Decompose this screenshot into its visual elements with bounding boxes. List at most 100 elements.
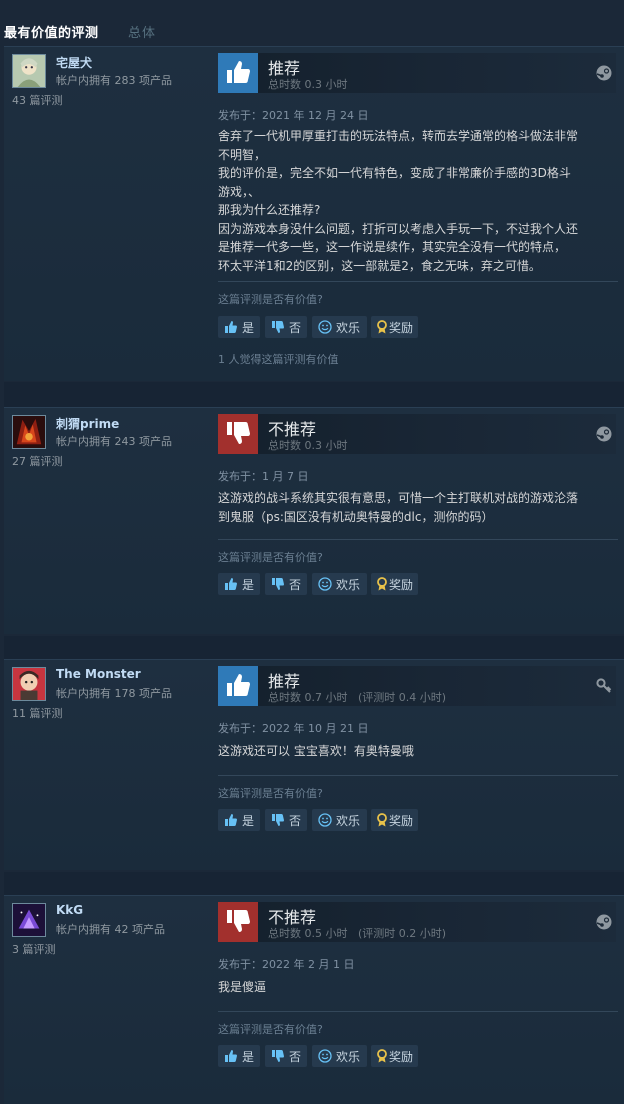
thumbs-up-badge: [218, 53, 258, 93]
award-button[interactable]: 奖励: [371, 809, 418, 831]
button-label: 欢乐: [336, 578, 361, 592]
review-text-line: 这游戏还可以 宝宝喜欢！有奥特曼哦: [218, 744, 414, 758]
thumbs-down-icon: [272, 578, 284, 590]
thumbs-down-icon: [272, 1050, 284, 1062]
thumbs-down-icon: [227, 910, 250, 932]
vote-yes-button[interactable]: 是: [218, 573, 260, 595]
vote-header[interactable]: 推荐 总时数 0.7 小时 (评测时 0.4 小时): [218, 666, 616, 706]
username-link[interactable]: KkG: [56, 903, 83, 917]
thumbs-up-icon: [225, 814, 237, 826]
user-avatar[interactable]: [12, 415, 46, 449]
vote-header[interactable]: 不推荐 总时数 0.3 小时: [218, 414, 616, 454]
button-label: 是: [242, 1050, 255, 1064]
vote-yes-button[interactable]: 是: [218, 1045, 260, 1067]
thumbs-down-icon: [227, 422, 250, 444]
section-subtitle[interactable]: 总体: [128, 22, 156, 41]
smiley-icon: [318, 577, 332, 591]
smiley-icon: [318, 320, 332, 334]
steam-icon: [596, 426, 612, 442]
button-label: 奖励: [389, 1050, 414, 1064]
review-count-link[interactable]: 3 篇评测: [12, 941, 56, 957]
award-icon: [377, 813, 387, 827]
helpful-question: 这篇评测是否有价值?: [218, 293, 323, 306]
vote-yes-button[interactable]: 是: [218, 809, 260, 831]
vote-no-button[interactable]: 否: [265, 1045, 307, 1067]
vote-funny-button[interactable]: 欢乐: [312, 573, 367, 595]
review-content: 这游戏还可以 宝宝喜欢！有奥特曼哦: [218, 742, 614, 761]
vote-yes-button[interactable]: 是: [218, 316, 260, 338]
thumbs-down-badge: [218, 902, 258, 942]
review-separator: [4, 895, 624, 896]
posted-date: 发布于：2021 年 12 月 24 日: [218, 109, 369, 122]
vote-header[interactable]: 不推荐 总时数 0.5 小时 (评测时 0.2 小时): [218, 902, 616, 942]
reviews-page: 最有价值的评测 总体 宅屋犬 帐户内拥有 283 项产品 43 篇评测 推荐 总时数 0…: [0, 0, 624, 1104]
review-text-line: 这游戏的战斗系统其实很有意思，可惜一个主打联机对战的游戏沦落: [218, 491, 579, 505]
steam-icon: [596, 914, 612, 930]
vote-no-button[interactable]: 否: [265, 316, 307, 338]
award-icon: [377, 320, 387, 334]
button-label: 欢乐: [336, 321, 361, 335]
thumbs-up-icon: [225, 321, 237, 333]
review-count-link[interactable]: 43 篇评测: [12, 92, 63, 108]
vote-no-button[interactable]: 否: [265, 573, 307, 595]
thumbs-up-icon: [225, 578, 237, 590]
vote-funny-button[interactable]: 欢乐: [312, 809, 367, 831]
button-label: 欢乐: [336, 1050, 361, 1064]
review-text-line: 游戏，、: [218, 184, 261, 199]
helpful-question: 这篇评测是否有价值?: [218, 787, 323, 800]
key-icon: [596, 678, 612, 693]
review-separator: [4, 46, 624, 47]
username-link[interactable]: 刺猬prime: [56, 415, 119, 432]
playtime-hours: 总时数 0.7 小时 (评测时 0.4 小时): [268, 691, 447, 704]
playtime-hours: 总时数 0.3 小时: [268, 78, 348, 91]
review-count-link[interactable]: 27 篇评测: [12, 453, 63, 469]
content-divider: [218, 281, 618, 282]
review-text-line: 那我为什么还推荐?: [218, 203, 321, 217]
vote-funny-button[interactable]: 欢乐: [312, 1045, 367, 1067]
owned-products: 帐户内拥有 178 项产品: [56, 687, 172, 700]
button-label: 是: [242, 578, 255, 592]
review-text-line: 因为游戏本身没什么问题，打折可以考虑入手玩一下，不过我个人还: [218, 221, 579, 236]
playtime-hours: 总时数 0.3 小时: [268, 439, 348, 452]
username-link[interactable]: 宅屋犬: [56, 54, 92, 71]
content-divider: [218, 539, 618, 540]
content-divider: [218, 1011, 618, 1012]
award-button[interactable]: 奖励: [371, 1045, 418, 1067]
review-text-line: 我是傻逼: [218, 980, 267, 994]
user-avatar[interactable]: [12, 54, 46, 88]
vote-header[interactable]: 推荐 总时数 0.3 小时: [218, 53, 616, 93]
award-button[interactable]: 奖励: [371, 316, 418, 338]
review-content: 这游戏的战斗系统其实很有意思，可惜一个主打联机对战的游戏沦落 到鬼服（ps:国区没…: [218, 489, 614, 526]
posted-date: 发布于：2022 年 10 月 21 日: [218, 722, 369, 735]
reviews-header: 最有价值的评测 总体: [0, 16, 624, 46]
button-label: 是: [242, 321, 255, 335]
button-label: 欢乐: [336, 814, 361, 828]
posted-date: 发布于：2022 年 2 月 1 日: [218, 958, 355, 971]
review-text-line: 是推荐一代多一些，这一作说是续作，其实完全没有一代的特点，: [218, 240, 567, 254]
vote-no-button[interactable]: 否: [265, 809, 307, 831]
user-avatar[interactable]: [12, 667, 46, 701]
helpful-question: 这篇评测是否有价值?: [218, 551, 323, 564]
thumbs-up-icon: [227, 674, 250, 696]
user-avatar[interactable]: [12, 903, 46, 937]
review-text-line: 环太平洋1和2的区别，这一部就是2，食之无味，弃之可惜。: [218, 258, 541, 273]
award-button[interactable]: 奖励: [371, 573, 418, 595]
owned-products: 帐户内拥有 243 项产品: [56, 435, 172, 448]
username-link[interactable]: The Monster: [56, 667, 141, 681]
award-icon: [377, 1049, 387, 1063]
review-text-line: 不明智，: [218, 147, 267, 162]
button-label: 是: [242, 814, 255, 828]
review-content: 舍弃了一代机甲厚重打击的玩法特点，转而去学通常的格斗做法非常 不明智， 我的评价是，…: [218, 127, 614, 275]
vote-funny-button[interactable]: 欢乐: [312, 316, 367, 338]
helpful-question: 这篇评测是否有价值?: [218, 1023, 323, 1036]
award-icon: [377, 577, 387, 591]
owned-products: 帐户内拥有 42 项产品: [56, 923, 165, 936]
button-label: 否: [289, 814, 302, 828]
thumbs-up-icon: [225, 1050, 237, 1062]
thumbs-up-icon: [227, 61, 250, 83]
review-separator: [4, 407, 624, 408]
playtime-hours: 总时数 0.5 小时 (评测时 0.2 小时): [268, 927, 447, 940]
review-separator: [4, 659, 624, 660]
review-count-link[interactable]: 11 篇评测: [12, 705, 63, 721]
section-title: 最有价值的评测: [4, 26, 99, 41]
